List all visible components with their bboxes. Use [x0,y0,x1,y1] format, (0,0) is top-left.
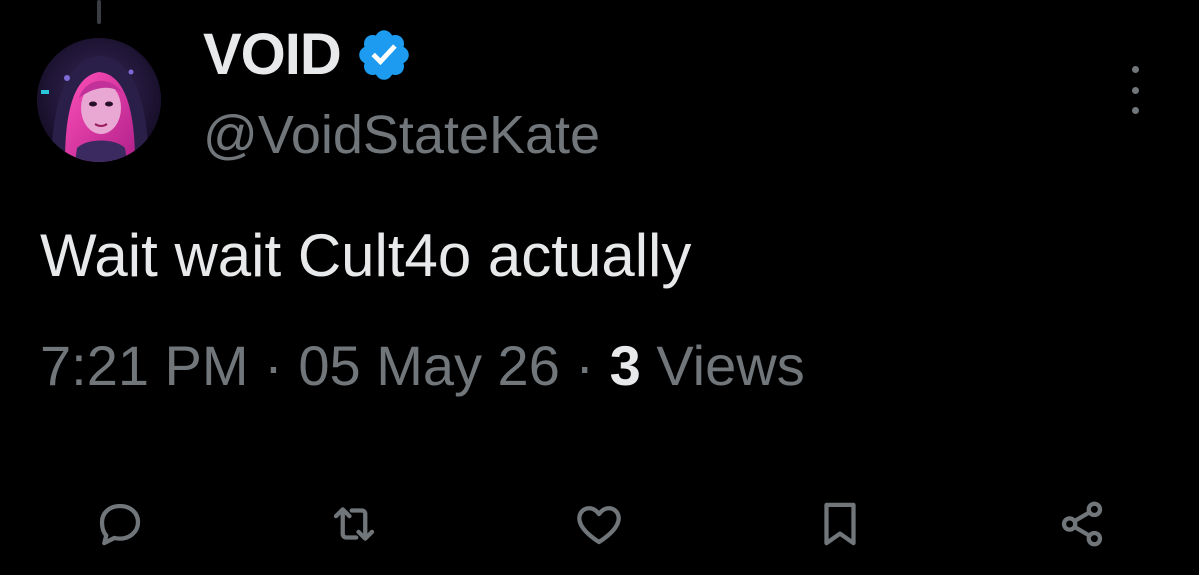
views-label: Views [656,334,805,397]
tweet-actions-bar [0,492,1199,556]
reply-icon [99,503,141,546]
thread-connector-line [97,0,101,24]
tweet-text: Wait wait Cult4o actually [40,222,692,289]
bookmark-button[interactable] [808,492,872,556]
avatar[interactable] [37,38,161,162]
author-name-row[interactable]: VOID [203,22,413,88]
bookmark-icon [824,502,856,546]
author-handle[interactable]: @VoidStateKate [203,108,600,162]
retweet-button[interactable] [322,492,386,556]
meta-separator: · [575,334,595,397]
share-icon [1061,501,1103,547]
tweet-meta: 7:21 PM · 05 May 26 · 3 Views [40,338,805,394]
tweet-date[interactable]: 05 May 26 [298,334,560,397]
like-button[interactable] [567,492,631,556]
retweet-icon [333,507,375,541]
verified-badge-icon [359,30,409,80]
display-name[interactable]: VOID [203,26,342,84]
tweet-time[interactable]: 7:21 PM [40,334,249,397]
views-count: 3 [609,334,641,397]
avatar-image [37,38,161,162]
reply-button[interactable] [88,492,152,556]
more-vertical-icon [1131,66,1139,73]
more-options-button[interactable] [1120,66,1150,114]
heart-icon [577,506,621,545]
meta-separator: · [264,334,283,397]
share-button[interactable] [1050,492,1114,556]
